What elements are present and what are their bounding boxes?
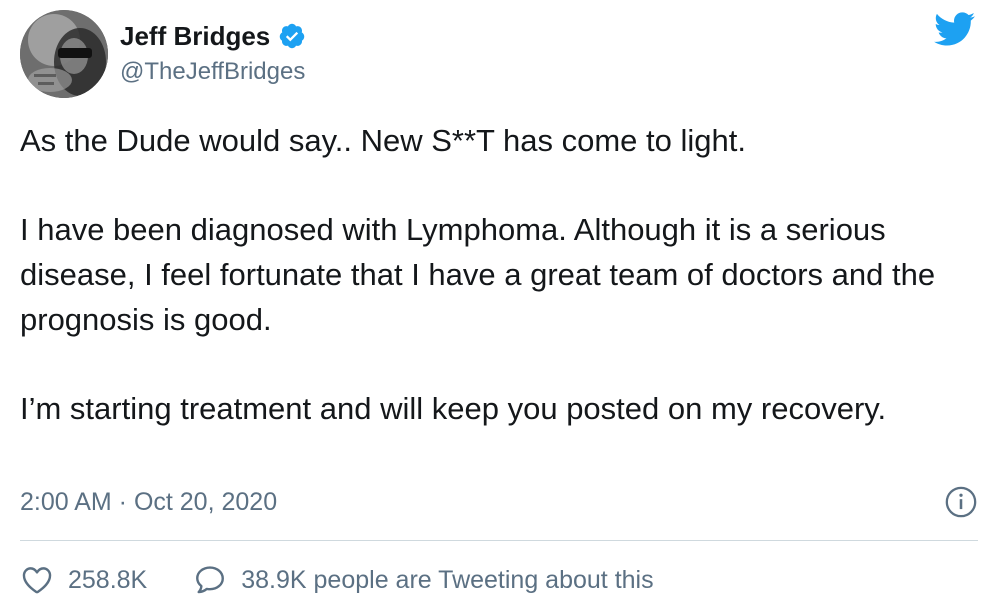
reply-button[interactable]: 38.9K people are Tweeting about this — [193, 563, 654, 597]
avatar-photo — [20, 10, 108, 98]
avatar[interactable] — [20, 10, 108, 98]
tweet-actions: 258.8K 38.9K people are Tweeting about t… — [20, 556, 700, 604]
tweet-text: As the Dude would say.. New S**T has com… — [20, 118, 980, 431]
tweet-paragraph: As the Dude would say.. New S**T has com… — [20, 123, 746, 158]
tweeting-about-label: 38.9K people are Tweeting about this — [241, 565, 654, 594]
info-icon[interactable] — [944, 485, 978, 519]
tweet-paragraph: I’m starting treatment and will keep you… — [20, 391, 887, 426]
meta-row: 2:00 AM · Oct 20, 2020 — [20, 482, 978, 522]
user-info: Jeff Bridges @TheJeffBridges — [120, 20, 306, 88]
divider — [20, 540, 978, 541]
tweet-timestamp[interactable]: 2:00 AM · Oct 20, 2020 — [20, 488, 277, 517]
speech-bubble-icon — [196, 566, 225, 594]
like-button[interactable]: 258.8K — [20, 563, 147, 597]
heart-icon — [22, 567, 52, 594]
tweet-paragraph: I have been diagnosed with Lymphoma. Alt… — [20, 212, 936, 337]
like-count: 258.8K — [68, 565, 148, 594]
tweet-header: Jeff Bridges @TheJeffBridges — [20, 8, 306, 100]
twitter-bird-icon[interactable] — [932, 12, 976, 48]
tweet-card: Jeff Bridges @TheJeffBridges As the Dude… — [0, 0, 1000, 614]
name-row: Jeff Bridges — [120, 20, 306, 52]
verified-badge-icon — [280, 23, 305, 49]
user-handle[interactable]: @TheJeffBridges — [120, 56, 306, 88]
display-name[interactable]: Jeff Bridges — [120, 20, 270, 52]
